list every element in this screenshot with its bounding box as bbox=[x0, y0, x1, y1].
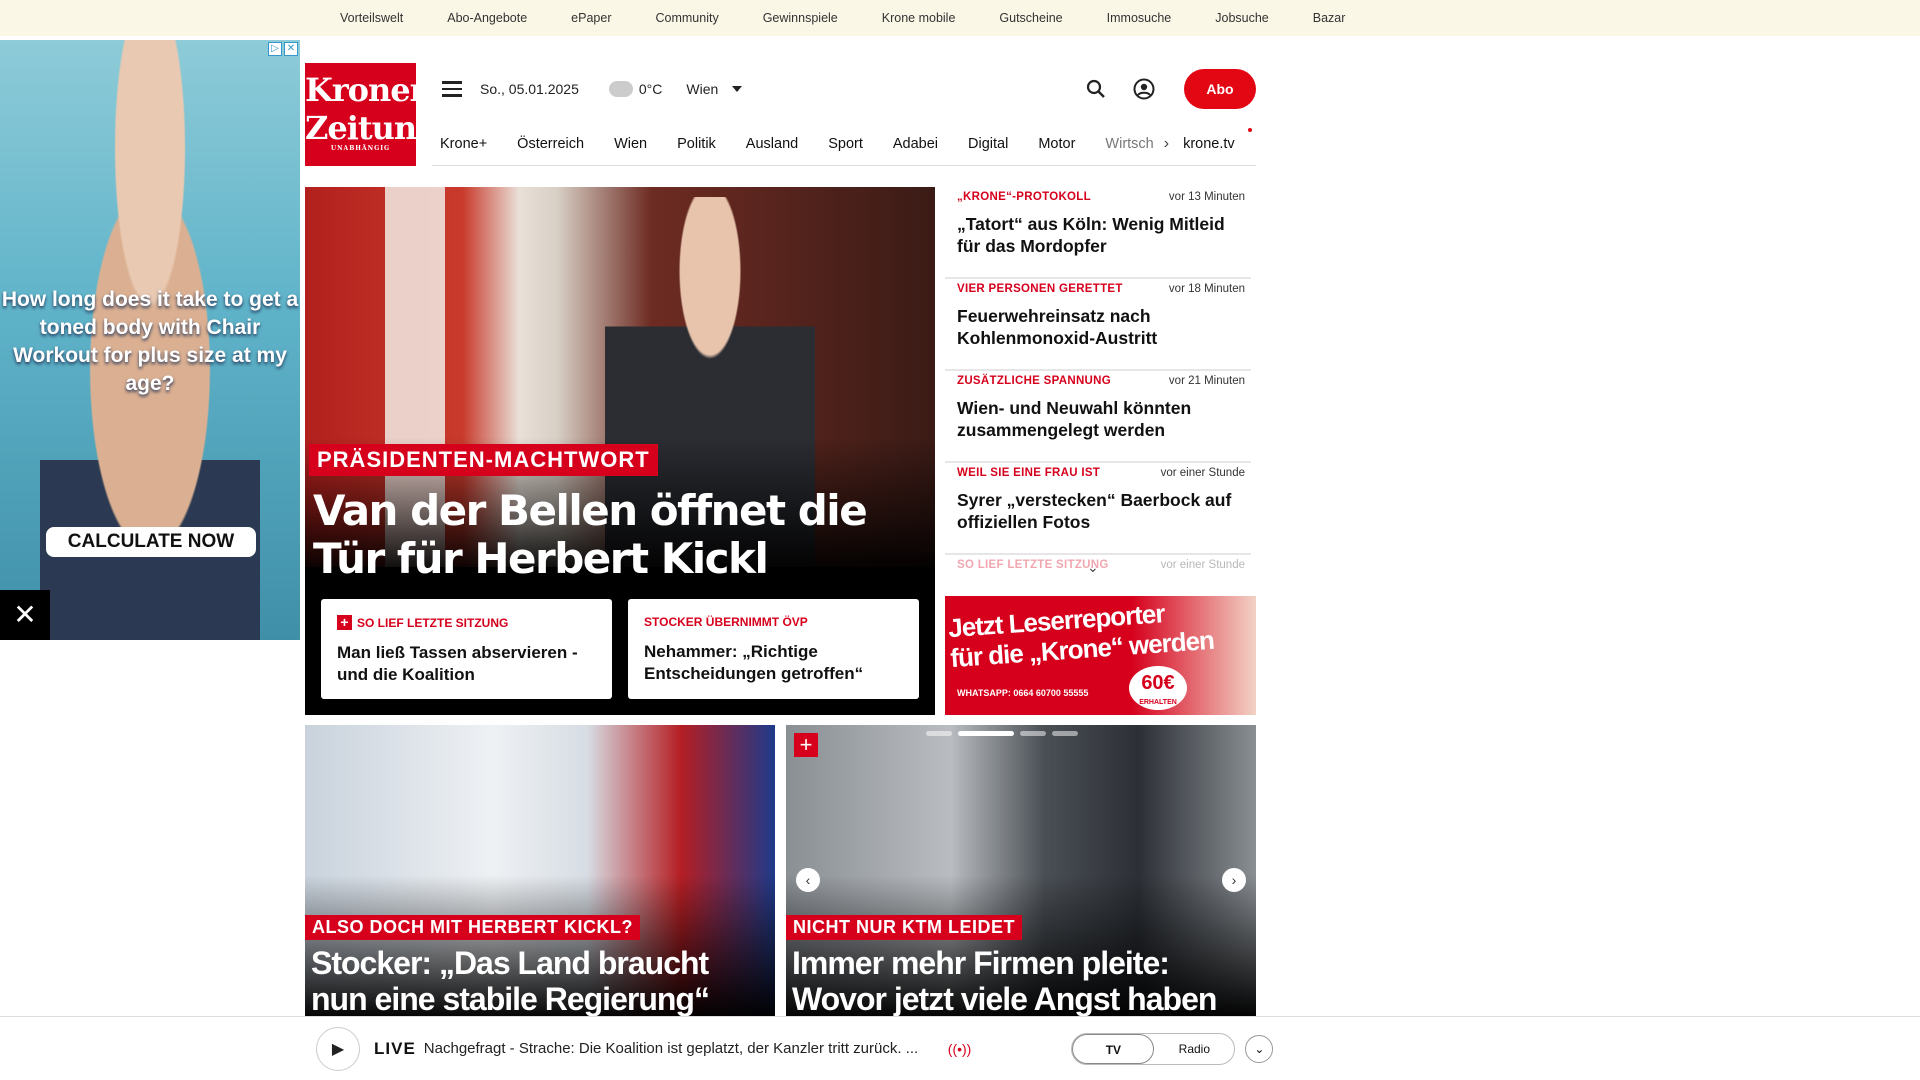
tv-option[interactable]: TV bbox=[1072, 1033, 1155, 1064]
krone-logo[interactable]: Kronen Zeitung UNABHÄNGIG bbox=[305, 63, 439, 166]
user-icon[interactable] bbox=[1132, 77, 1156, 101]
hero-article[interactable]: PRÄSIDENTEN-MACHTWORT Van der Bellen öff… bbox=[305, 187, 935, 715]
card-title[interactable]: Stocker: „Das Land braucht nun eine stab… bbox=[311, 945, 771, 1017]
logo-line-2: Zeitung bbox=[305, 109, 439, 147]
main-header: So., 05.01.2025 0°C Wien Abo bbox=[432, 66, 1256, 112]
krone-plus-icon: + bbox=[794, 733, 818, 757]
topnav-bazar[interactable]: Bazar bbox=[1313, 11, 1346, 25]
chevron-right-icon[interactable]: › bbox=[1222, 868, 1246, 892]
nav-ausland[interactable]: Ausland bbox=[746, 136, 798, 152]
article-card-ktm[interactable]: + ‹ › NICHT NUR KTM LEIDET Immer mehr Fi… bbox=[786, 725, 1256, 1020]
menu-icon[interactable] bbox=[442, 77, 466, 101]
play-button[interactable]: ▶ bbox=[316, 1026, 360, 1071]
nav-krone-plus[interactable]: Krone+ bbox=[440, 136, 487, 152]
list-item[interactable]: ZUSÄTZLICHE SPANNUNG vor 21 Minuten Wien… bbox=[945, 371, 1251, 463]
city-selector[interactable]: Wien bbox=[686, 81, 718, 97]
topnav-epaper[interactable]: ePaper bbox=[571, 11, 611, 25]
topnav-gutscheine[interactable]: Gutscheine bbox=[999, 11, 1062, 25]
krone-plus-icon: + bbox=[337, 615, 352, 630]
logo-line-1: Kronen bbox=[305, 71, 433, 109]
item-title[interactable]: Syrer „verstecken“ Baerbock auf offiziel… bbox=[957, 489, 1245, 533]
topnav-community[interactable]: Community bbox=[655, 11, 718, 25]
item-title[interactable]: „Tatort“ aus Köln: Wenig Mitleid für das… bbox=[957, 213, 1245, 257]
sub-title[interactable]: Nehammer: „Richtige Entscheidungen getro… bbox=[644, 641, 903, 685]
chevron-left-icon[interactable]: ‹ bbox=[796, 868, 820, 892]
list-item[interactable]: VIER PERSONEN GERETTET vor 18 Minuten Fe… bbox=[945, 279, 1251, 371]
item-time: vor 21 Minuten bbox=[1168, 375, 1245, 387]
nav-digital[interactable]: Digital bbox=[968, 136, 1008, 152]
banner-amount-sub: ERHALTEN bbox=[1139, 699, 1177, 706]
card-kicker: ALSO DOCH MIT HERBERT KICKL? bbox=[305, 915, 640, 940]
nav-sport[interactable]: Sport bbox=[828, 136, 863, 152]
chevron-right-icon[interactable]: › bbox=[1164, 135, 1169, 153]
hero-sub-article-1[interactable]: + SO LIEF LETZTE SITZUNG Man ließ Tassen … bbox=[321, 599, 612, 699]
sub-kicker: STOCKER ÜBERNIMMT ÖVP bbox=[644, 615, 808, 629]
close-icon[interactable]: ✕ bbox=[284, 42, 298, 56]
broadcast-icon: ((•)) bbox=[947, 1040, 972, 1057]
nav-motor[interactable]: Motor bbox=[1038, 136, 1075, 152]
adchoices-icon[interactable]: ▷ bbox=[268, 42, 282, 56]
item-title[interactable]: Wien- und Neuwahl könnten zusammengelegt… bbox=[957, 397, 1245, 441]
left-advertisement[interactable]: ▷ ✕ How long does it take to get a toned … bbox=[0, 40, 300, 640]
topnav-immosuche[interactable]: Immosuche bbox=[1107, 11, 1172, 25]
list-item[interactable]: WEIL SIE EINE FRAU IST vor einer Stunde … bbox=[945, 463, 1251, 555]
item-time: vor einer Stunde bbox=[1160, 559, 1245, 571]
item-title[interactable]: Feuerwehreinsatz nach Kohlenmonoxid-Aust… bbox=[957, 305, 1245, 349]
ad-cta-button[interactable]: CALCULATE NOW bbox=[46, 527, 256, 557]
hero-sub-article-2[interactable]: STOCKER ÜBERNIMMT ÖVP Nehammer: „Richtig… bbox=[628, 599, 919, 699]
cloud-icon bbox=[608, 81, 633, 97]
nav-krone-tv[interactable]: krone.tv bbox=[1183, 136, 1235, 152]
current-date: So., 05.01.2025 bbox=[480, 81, 579, 97]
topnav-abo-angebote[interactable]: Abo-Angebote bbox=[447, 11, 527, 25]
topnav-gewinnspiele[interactable]: Gewinnspiele bbox=[763, 11, 838, 25]
ad-choices[interactable]: ▷ ✕ bbox=[268, 42, 298, 56]
nav-oesterreich[interactable]: Österreich bbox=[517, 136, 584, 152]
live-dot-icon bbox=[1248, 128, 1252, 132]
topnav-vorteilswelt[interactable]: Vorteilswelt bbox=[340, 11, 403, 25]
top-utility-bar: Vorteilswelt Abo-Angebote ePaper Communi… bbox=[0, 0, 1920, 36]
card-kicker: NICHT NUR KTM LEIDET bbox=[786, 915, 1022, 940]
card-title[interactable]: Immer mehr Firmen pleite: Wovor jetzt vi… bbox=[792, 945, 1252, 1017]
hero-kicker: PRÄSIDENTEN-MACHTWORT bbox=[309, 444, 658, 476]
banner-whatsapp: WHATSAPP: 0664 60700 55555 bbox=[957, 688, 1089, 698]
sub-title[interactable]: Man ließ Tassen abservieren - und die Ko… bbox=[337, 642, 596, 686]
banner-badge: 60€ ERHALTEN bbox=[1129, 666, 1187, 710]
chevron-down-icon[interactable]: ⌄ bbox=[1245, 1034, 1274, 1063]
sub-kicker: SO LIEF LETZTE SITZUNG bbox=[357, 615, 509, 630]
tv-radio-toggle[interactable]: TV Radio bbox=[1071, 1032, 1236, 1065]
item-time: vor einer Stunde bbox=[1160, 467, 1245, 479]
section-nav: Krone+ Österreich Wien Politik Ausland S… bbox=[432, 122, 1256, 166]
leserreporter-banner[interactable]: Jetzt Leserreporter für die „Krone“ werde… bbox=[945, 596, 1256, 715]
abo-button[interactable]: Abo bbox=[1184, 69, 1256, 109]
item-time: vor 18 Minuten bbox=[1168, 283, 1245, 295]
live-text[interactable]: Nachgefragt - Strache: Die Koalition ist… bbox=[424, 1040, 944, 1057]
banner-amount: 60€ bbox=[1141, 672, 1175, 694]
hero-title[interactable]: Van der Bellen öffnet die Tür für Herber… bbox=[313, 487, 913, 583]
nav-adabei[interactable]: Adabei bbox=[893, 136, 938, 152]
live-player-bar: ▶ LIVE Nachgefragt - Strache: Die Koalit… bbox=[0, 1016, 1920, 1080]
carousel-dots[interactable] bbox=[926, 731, 1078, 736]
radio-option[interactable]: Radio bbox=[1154, 1034, 1234, 1064]
nav-wirtschaft[interactable]: Wirtsch bbox=[1105, 136, 1153, 152]
latest-news-list: „KRONE“-PROTOKOLL vor 13 Minuten „Tatort… bbox=[945, 187, 1251, 572]
topnav-krone-mobile[interactable]: Krone mobile bbox=[882, 11, 956, 25]
list-item[interactable]: „KRONE“-PROTOKOLL vor 13 Minuten „Tatort… bbox=[945, 187, 1251, 279]
search-icon[interactable] bbox=[1084, 77, 1108, 101]
chevron-down-icon[interactable]: ⌄ bbox=[1087, 559, 1099, 572]
topnav-jobsuche[interactable]: Jobsuche bbox=[1215, 11, 1269, 25]
live-label: LIVE bbox=[374, 1038, 416, 1058]
nav-politik[interactable]: Politik bbox=[677, 136, 716, 152]
article-card-stocker[interactable]: ALSO DOCH MIT HERBERT KICKL? Stocker: „D… bbox=[305, 725, 775, 1020]
nav-wien[interactable]: Wien bbox=[614, 136, 647, 152]
chevron-down-icon[interactable] bbox=[732, 86, 743, 92]
item-time: vor 13 Minuten bbox=[1168, 191, 1245, 203]
ad-corner-icon[interactable]: ✕ bbox=[0, 590, 50, 640]
temperature: 0°C bbox=[638, 81, 663, 97]
ad-headline: How long does it take to get a toned bod… bbox=[1, 288, 299, 395]
